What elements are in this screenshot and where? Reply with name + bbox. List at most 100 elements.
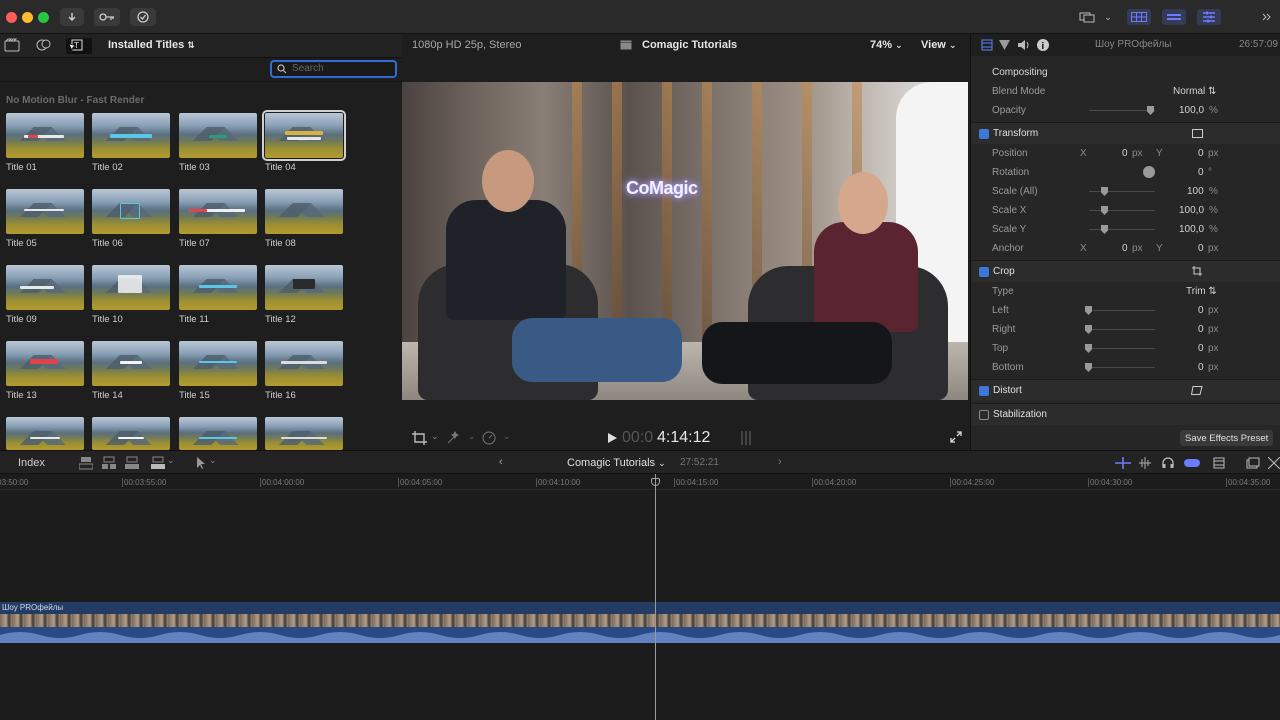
distort-section[interactable]: Distort: [971, 379, 1280, 401]
timeline-project-menu[interactable]: Comagic Tutorials ⌄: [567, 457, 666, 469]
crop-transform-icon[interactable]: [412, 431, 428, 445]
scale-y-slider-knob[interactable]: [1101, 225, 1108, 234]
title-thumbnail-selected[interactable]: [262, 110, 346, 161]
crop-right-slider[interactable]: [1089, 329, 1155, 330]
edit-options-chevron-icon[interactable]: ⌄: [167, 455, 175, 466]
title-thumbnail[interactable]: [92, 417, 170, 450]
save-effects-preset-button[interactable]: Save Effects Preset: [1180, 430, 1274, 446]
title-thumbnail[interactable]: [6, 417, 84, 450]
index-button[interactable]: Index: [18, 457, 45, 469]
connect-clip-icon[interactable]: [79, 456, 93, 470]
title-thumbnail[interactable]: [92, 113, 170, 158]
title-thumbnail[interactable]: [265, 265, 343, 310]
show-inspector-button[interactable]: [1197, 9, 1221, 25]
tool-chevron-icon[interactable]: ⌄: [209, 455, 217, 466]
title-thumbnail[interactable]: [6, 341, 84, 386]
scale-x-value[interactable]: 100,0: [1179, 205, 1204, 216]
title-thumbnail[interactable]: [179, 265, 257, 310]
anchor-x-value[interactable]: 0: [1122, 243, 1128, 254]
zoom-menu[interactable]: 74% ⌄: [870, 39, 903, 51]
stabilization-checkbox[interactable]: [979, 410, 989, 420]
crop-right-value[interactable]: 0: [1198, 324, 1204, 335]
append-clip-icon[interactable]: [125, 456, 139, 470]
crop-right-knob[interactable]: [1085, 325, 1092, 334]
effects-browser-icon[interactable]: [1246, 457, 1260, 469]
show-browser-button[interactable]: [1127, 9, 1151, 25]
crop-bottom-value[interactable]: 0: [1198, 362, 1204, 373]
title-thumbnail[interactable]: [92, 189, 170, 234]
video-viewer[interactable]: CoMagic: [402, 82, 968, 400]
minimize-window-button[interactable]: [22, 12, 33, 23]
import-button[interactable]: [60, 8, 84, 26]
headphones-icon[interactable]: [1162, 457, 1174, 469]
title-thumbnail[interactable]: [92, 341, 170, 386]
enhance-wand-icon[interactable]: [446, 431, 460, 445]
title-thumbnail[interactable]: [265, 417, 343, 450]
select-tool-icon[interactable]: [196, 456, 206, 469]
scale-y-slider[interactable]: [1089, 229, 1155, 230]
stabilization-section[interactable]: Stabilization: [971, 403, 1280, 425]
playhead[interactable]: [655, 474, 656, 720]
close-window-button[interactable]: [6, 12, 17, 23]
transform-onscreen-icon[interactable]: [1192, 129, 1203, 138]
crop-checkbox[interactable]: [979, 267, 989, 277]
scale-all-slider[interactable]: [1089, 191, 1155, 192]
transform-section[interactable]: Transform: [971, 122, 1280, 144]
scale-all-value[interactable]: 100: [1187, 186, 1204, 197]
position-y-value[interactable]: 0: [1198, 148, 1204, 159]
insert-clip-icon[interactable]: [102, 456, 116, 470]
transform-checkbox[interactable]: [979, 129, 989, 139]
audio-skimming-icon[interactable]: [1138, 457, 1152, 469]
title-thumbnail[interactable]: [6, 265, 84, 310]
toolbar-overflow-button[interactable]: [1260, 8, 1274, 26]
play-icon[interactable]: [608, 433, 617, 443]
crop-bottom-knob[interactable]: [1085, 363, 1092, 372]
distort-checkbox[interactable]: [979, 386, 989, 396]
crop-left-knob[interactable]: [1085, 306, 1092, 315]
crop-top-knob[interactable]: [1085, 344, 1092, 353]
overwrite-clip-icon[interactable]: [151, 456, 165, 470]
timeline-ruler[interactable]: 00:03:50:00 00:03:55:00 00:04:00:00 00:0…: [0, 474, 1280, 490]
scale-y-value[interactable]: 100,0: [1179, 224, 1204, 235]
audio-inspector-tab-icon[interactable]: [1017, 39, 1030, 51]
titles-source-menu[interactable]: Installed Titles ⇅: [108, 39, 195, 51]
enhance-chevron-icon[interactable]: ⌄: [468, 431, 476, 442]
crop-type-popup[interactable]: Trim ⇅: [1186, 286, 1217, 297]
share-button[interactable]: [1076, 8, 1098, 26]
audio-waveform[interactable]: [0, 627, 1280, 643]
title-thumbnail[interactable]: [179, 189, 257, 234]
crop-top-value[interactable]: 0: [1198, 343, 1204, 354]
photos-audio-icon[interactable]: [36, 38, 54, 54]
title-thumbnail[interactable]: [6, 189, 84, 234]
fullscreen-icon[interactable]: [950, 431, 962, 443]
timeline-forward-icon[interactable]: ›: [778, 456, 782, 468]
background-tasks-button[interactable]: [130, 8, 156, 26]
timeline-back-icon[interactable]: ‹: [499, 456, 503, 468]
speed-gauge-icon[interactable]: [482, 431, 496, 445]
keywords-button[interactable]: [94, 8, 120, 26]
title-thumbnail[interactable]: [6, 113, 84, 158]
opacity-slider[interactable]: [1089, 110, 1155, 111]
rotation-dial[interactable]: [1143, 166, 1155, 178]
libraries-icon[interactable]: [4, 38, 22, 54]
scale-x-slider-knob[interactable]: [1101, 206, 1108, 215]
scale-x-slider[interactable]: [1089, 210, 1155, 211]
title-thumbnail[interactable]: [179, 417, 257, 450]
distort-onscreen-icon[interactable]: [1191, 386, 1203, 395]
title-thumbnail[interactable]: [179, 341, 257, 386]
info-inspector-tab-icon[interactable]: i: [1037, 39, 1049, 51]
crop-left-slider[interactable]: [1089, 310, 1155, 311]
opacity-slider-knob[interactable]: [1147, 106, 1154, 115]
search-field[interactable]: Search: [270, 60, 397, 78]
title-thumbnail[interactable]: [92, 265, 170, 310]
title-thumbnail[interactable]: [265, 341, 343, 386]
share-chevron-icon[interactable]: ⌄: [1102, 8, 1114, 26]
crop-left-value[interactable]: 0: [1198, 305, 1204, 316]
clip-name-bar[interactable]: Шоу PROфейлы: [0, 602, 1280, 614]
color-inspector-tab-icon[interactable]: [999, 39, 1010, 51]
transitions-browser-icon[interactable]: [1268, 457, 1280, 469]
crop-section[interactable]: Crop: [971, 260, 1280, 282]
snapping-icon[interactable]: [1184, 458, 1200, 468]
crop-top-slider[interactable]: [1089, 348, 1155, 349]
anchor-y-value[interactable]: 0: [1198, 243, 1204, 254]
